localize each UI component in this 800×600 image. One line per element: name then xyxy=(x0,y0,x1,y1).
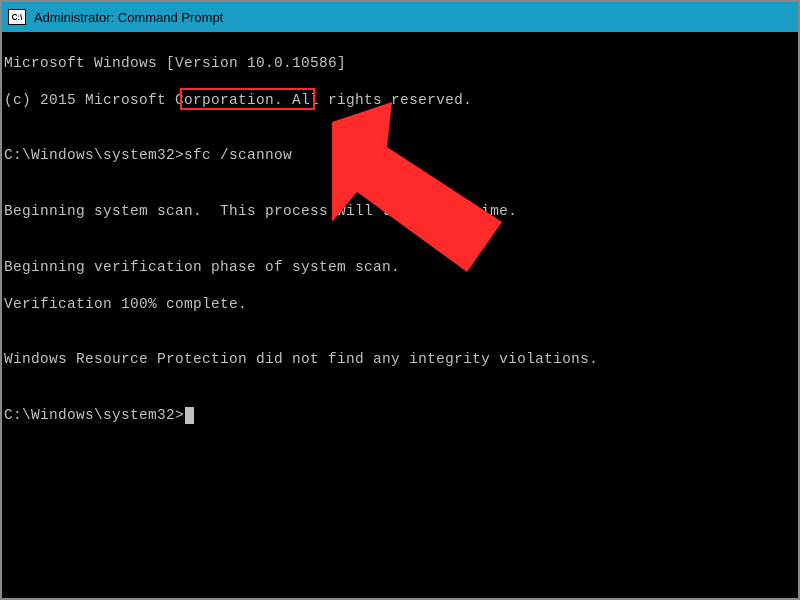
output-line: (c) 2015 Microsoft Corporation. All righ… xyxy=(4,92,796,111)
terminal-area[interactable]: Microsoft Windows [Version 10.0.10586] (… xyxy=(2,32,798,598)
output-line: Beginning system scan. This process will… xyxy=(4,203,796,222)
prompt-path: C:\Windows\system32> xyxy=(4,408,184,424)
cmd-icon: C:\ xyxy=(8,9,26,25)
output-line: Microsoft Windows [Version 10.0.10586] xyxy=(4,55,796,74)
prompt-path: C:\Windows\system32> xyxy=(4,148,184,164)
window-titlebar[interactable]: C:\ Administrator: Command Prompt xyxy=(2,2,798,32)
prompt-line: C:\Windows\system32> xyxy=(4,407,796,426)
output-line: Beginning verification phase of system s… xyxy=(4,259,796,278)
prompt-command: sfc /scannow xyxy=(184,148,292,164)
output-line: Verification 100% complete. xyxy=(4,296,796,315)
window-title: Administrator: Command Prompt xyxy=(34,10,223,25)
cursor xyxy=(185,407,194,424)
prompt-line: C:\Windows\system32>sfc /scannow xyxy=(4,147,796,166)
output-line: Windows Resource Protection did not find… xyxy=(4,351,796,370)
